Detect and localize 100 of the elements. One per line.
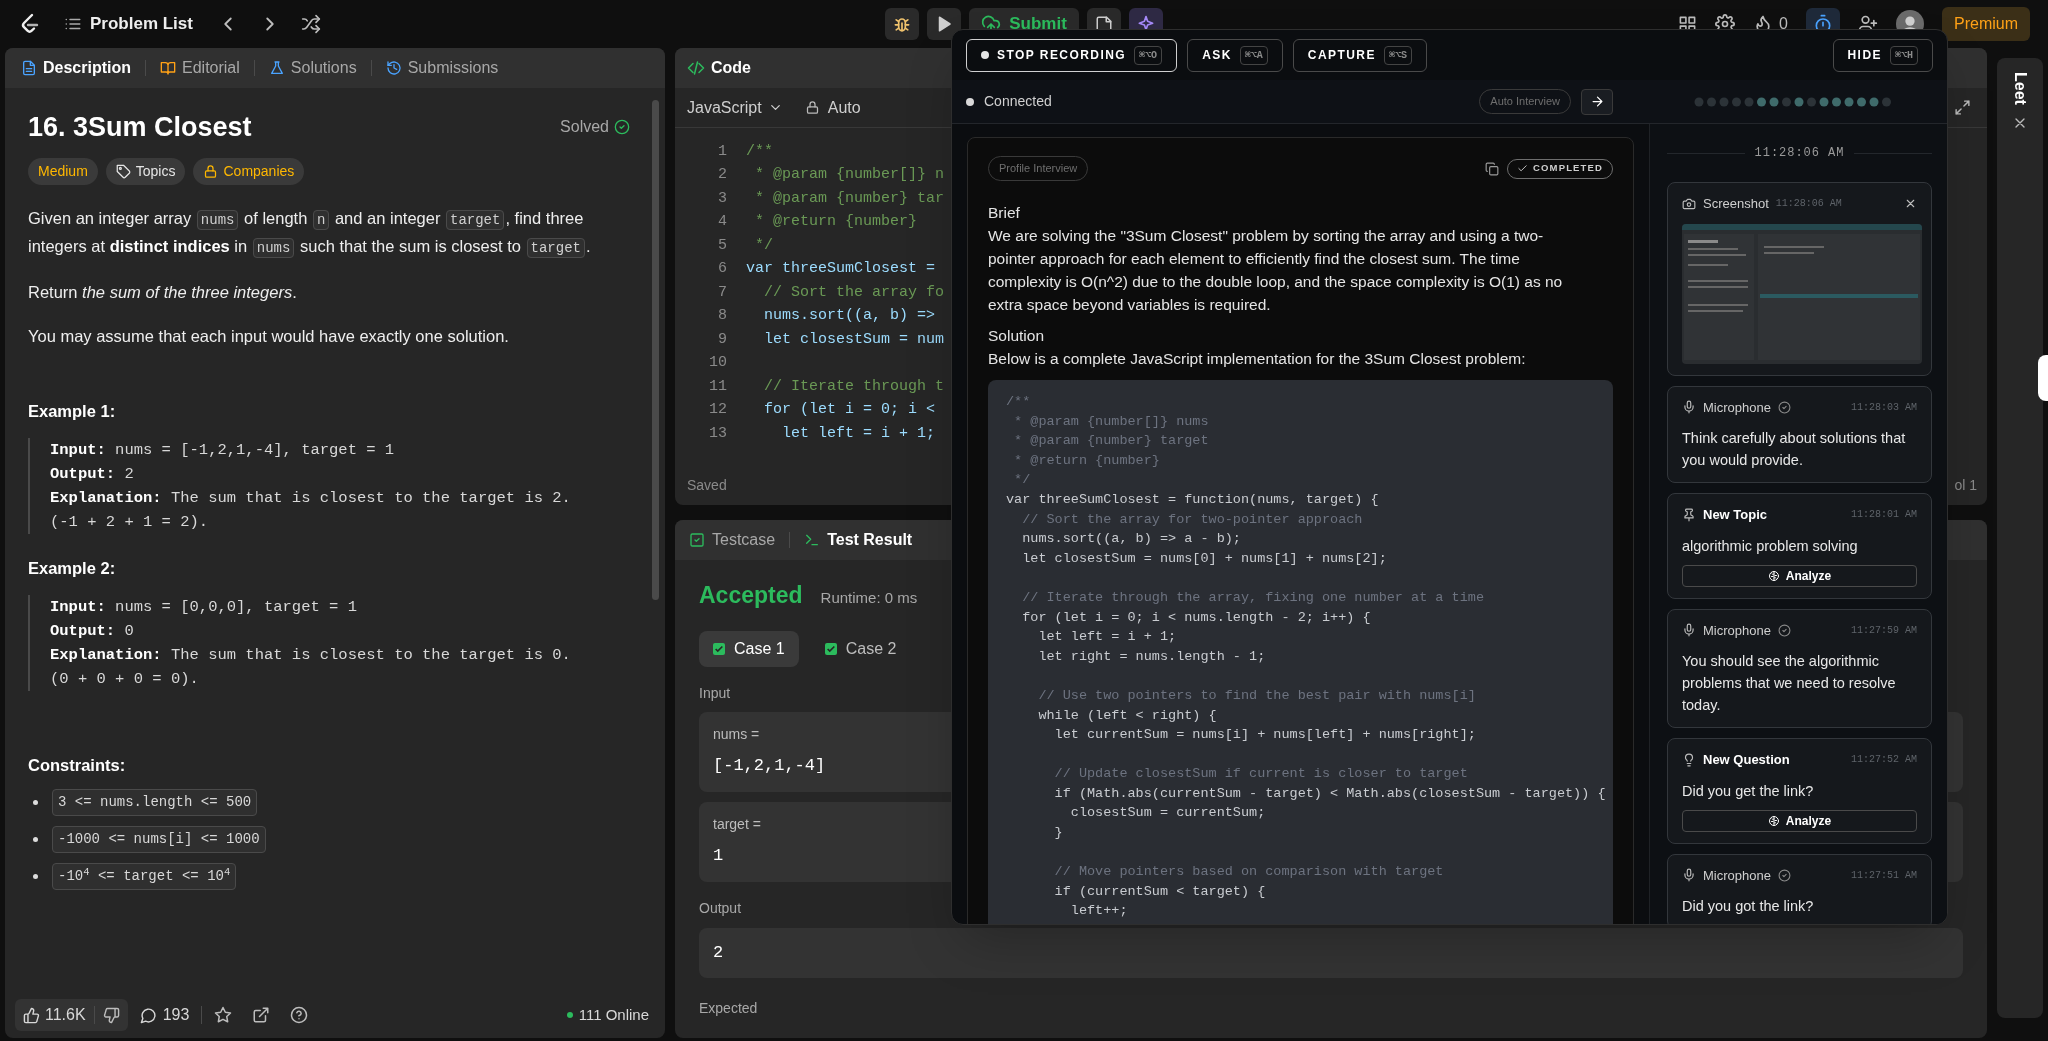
line-number: 11 [708,376,727,397]
panel-tab[interactable]: Description [15,52,137,84]
hide-button[interactable]: HIDE ⌘⌥H [1832,38,1933,72]
panel-title: Code [711,58,751,78]
forward-button[interactable] [1581,88,1613,115]
constraints-heading: Constraints: [28,754,127,776]
event-title: Microphone [1703,621,1771,640]
code-line: // Sort the array for two-pointer approach [1021,510,1363,529]
comments-button[interactable]: 193 [139,1003,190,1027]
check-icon [1517,163,1529,174]
problem-list-button[interactable]: Problem List [64,11,193,37]
lock-icon [203,164,219,179]
example-line: Explanation: The sum that is closest to the target is 2. [50,487,572,509]
code-line: // Update closestSum if current is closer to target [1053,765,1468,784]
example-line: Input: nums = [0,0,0], target = 1 [50,596,358,618]
timeline-time: 11:28:06 AM [1754,145,1845,162]
verdict: Accepted [699,581,803,610]
premium-button[interactable]: Premium [1942,7,2030,41]
code-line: } [1053,824,1063,843]
side-handle[interactable] [2038,355,2048,401]
star-icon[interactable] [214,1006,233,1024]
code-line: let closestSum = nums[0] + nums[1] + nums[2]; [1021,549,1387,568]
check-square-icon [689,532,705,548]
event-text: algorithmic problem solving [1682,536,1859,556]
example-heading: Example 1: [28,401,117,422]
case-tab[interactable]: Case 1 [699,630,799,667]
line-number: 12 [708,400,727,420]
camera-icon [1682,196,1696,211]
topics-tag[interactable]: Topics [105,158,186,185]
overlay-action-button[interactable]: ASK ⌘⌥A [1187,38,1283,72]
help-icon[interactable] [290,1006,309,1024]
overlay-action-button[interactable]: CAPTURE ⌘⌥S [1292,38,1427,72]
code-line: let left = i + 1; [781,423,936,444]
section-label: Input [699,683,731,703]
microphone-icon [1682,868,1696,883]
section-heading: Solution [988,326,1044,346]
thumbs-down-icon [102,1006,120,1024]
comment-icon [139,1006,157,1024]
event-time: 11:27:59 AM [1851,623,1917,638]
panel-tab[interactable]: Test Result [800,524,917,556]
line-number: 4 [717,212,727,232]
shuffle-icon[interactable] [300,14,321,34]
online-count: 111 Online [578,1004,649,1025]
analyze-button[interactable]: Analyze [1682,564,1917,587]
constraint: 3 <= nums.length <= 500 [52,789,258,817]
output-value: 2 [713,941,724,964]
code-line: // Iterate through the array, fixing one number at a time [1021,588,1484,607]
panel-tab[interactable]: Editorial [154,52,246,84]
microphone-icon [1682,400,1696,415]
code-line: // Use two pointers to find the best pair with nums[i] [1037,686,1476,705]
code-line: for (let i = 0; i < nums.length - 2; i++) { [1021,608,1371,627]
event-text: You should see the algorithmic problems that we need to resolve today. [1682,652,1897,715]
code-line: let left = i + 1; [1037,628,1177,647]
arrow-right-icon [1589,94,1605,109]
debug-button[interactable] [885,8,920,40]
line-number: 9 [717,329,727,350]
check-circle-icon [1777,868,1791,882]
expand-icon[interactable] [1954,99,1971,116]
panel-tab[interactable]: Solutions [262,52,363,84]
terminal-icon [804,532,821,548]
connection-status: Connected [984,92,1052,111]
share-icon[interactable] [252,1006,271,1024]
copy-icon[interactable] [1485,161,1500,176]
streak-count: 0 [1779,14,1788,34]
event-time: 11:27:51 AM [1851,868,1917,883]
code-line: * @param {number[]} n [754,165,945,185]
bullet-icon [33,874,38,880]
microphone-icon [1682,623,1696,638]
line-number: 7 [717,282,727,303]
stop-recording-button[interactable]: STOP RECORDING ⌘⌥O [966,38,1178,72]
input-name: target = [713,814,761,834]
analyze-button[interactable]: Analyze [1682,809,1917,832]
input-value: 1 [713,844,724,867]
code-line: var threeSumClosest = [746,259,936,279]
cursor-position: ol 1 [1954,475,1977,495]
code-line: left++; [1069,902,1128,921]
problem-paragraph: Return the sum of the three integers. [28,282,298,303]
solved-label: Solved [560,117,609,137]
code-line: // Move pointers based on comparison with target [1053,863,1444,882]
event-time: 11:28:01 AM [1851,508,1917,523]
event-text: Did you got the link? [1682,897,1815,916]
code-line: */ [1013,471,1031,490]
brain-icon [1767,814,1780,827]
line-number: 13 [708,423,727,444]
constraint: -10$^{4}$ <= target <= 10$^{4}$ [52,863,237,891]
code-line: if (currentSum < target) { [1053,882,1266,901]
event-time: 11:28:06 AM [1775,197,1842,212]
companies-tag[interactable]: Companies [193,158,305,185]
difficulty-tag[interactable]: Medium [28,158,98,185]
language-select[interactable]: JavaScript [687,95,783,120]
mode-label: Auto [827,97,861,118]
panel-tab[interactable]: Testcase [685,524,780,556]
code-line: * @return {number} [754,212,918,232]
panel-tab[interactable]: Submissions [379,52,505,84]
event-title: New Question [1703,751,1790,769]
event-title: Microphone [1703,398,1771,417]
section-heading: Brief [988,203,1020,223]
case-tab[interactable]: Case 2 [810,630,911,667]
document-icon [21,60,37,76]
code-line: while (left < right) { [1037,706,1217,725]
